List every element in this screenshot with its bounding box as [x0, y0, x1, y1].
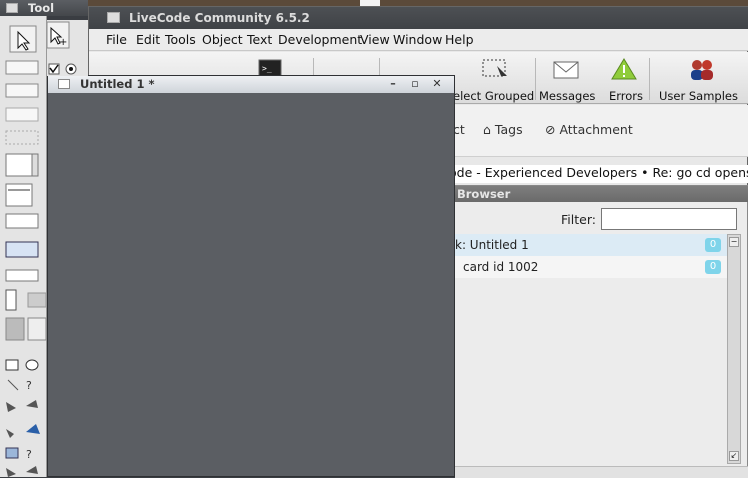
scroll-up-icon[interactable]: − — [729, 237, 739, 247]
project-browser-window: Browser Filter: k: Untitled 1 0 card id … — [454, 185, 748, 478]
scrollbar-tool-icon — [5, 269, 39, 282]
tool-palette-icons: ? ? — [5, 25, 47, 477]
line-tool-icon — [7, 379, 19, 391]
tab-tags-label: Tags — [494, 122, 523, 137]
option-menu-tool-icon — [5, 213, 39, 229]
toolbar-select-grouped-button[interactable]: elect Grouped — [453, 56, 534, 103]
help-tool-icon: ? — [26, 448, 32, 461]
pencil-tool-icon — [6, 402, 16, 412]
menu-object[interactable]: Object — [202, 32, 243, 47]
envelope-icon — [553, 61, 579, 79]
minimize-icon[interactable]: – — [386, 77, 400, 91]
default-button-tool-icon — [5, 83, 39, 98]
svg-text:>_: >_ — [262, 64, 272, 73]
field-tool-icon — [5, 153, 33, 177]
toolbar-errors-button[interactable]: Errors — [603, 56, 645, 103]
menu-tools[interactable]: Tools — [165, 32, 196, 47]
main-window-title: LiveCode Community 6.5.2 — [129, 11, 310, 25]
tab-attachment[interactable]: ⊘ Attachment — [545, 122, 633, 137]
card-row-label: card id 1002 — [463, 260, 539, 274]
user-samples-label: User Samples — [659, 89, 738, 103]
svg-text:+: + — [59, 37, 67, 48]
menu-development[interactable]: Development — [278, 32, 362, 47]
list-field-tool-icon — [5, 183, 33, 207]
main-window-titlebar[interactable]: LiveCode Community 6.5.2 — [89, 7, 748, 29]
curve-tool-icon: ? — [26, 379, 32, 392]
paperclip-icon: ⊘ — [545, 122, 560, 137]
stack-window[interactable]: Untitled 1 * – ▫ ✕ — [47, 75, 455, 477]
tool-palette-titlebar[interactable]: Tool — [0, 0, 88, 16]
menu-help[interactable]: Help — [445, 32, 474, 47]
browser-footer — [455, 466, 748, 478]
toolbar-user-samples-button[interactable]: User Samples — [657, 56, 747, 103]
transparent-button-tool-icon — [5, 130, 39, 145]
bucket-tool-icon — [26, 424, 40, 434]
menu-edit[interactable]: Edit — [136, 32, 160, 47]
eraser-tool-icon — [6, 429, 14, 438]
image-tool-icon — [5, 317, 25, 341]
push-button-tool-icon — [5, 60, 39, 75]
messages-label: Messages — [539, 89, 596, 103]
filter-label: Filter: — [561, 212, 596, 227]
select-grouped-icon — [482, 59, 507, 77]
tab-attachment-label: Attachment — [559, 122, 633, 137]
menu-view[interactable]: View — [360, 32, 390, 47]
menubar: File Edit Tools Object Text Development … — [89, 29, 748, 51]
close-icon[interactable]: ✕ — [430, 77, 444, 91]
toolbar-messages-button[interactable]: Messages — [537, 56, 595, 103]
filter-input[interactable] — [601, 208, 737, 230]
tool-palette-right-column: + — [46, 20, 88, 76]
count-badge: 0 — [705, 260, 721, 274]
select-grouped-label: elect Grouped — [453, 89, 535, 103]
warning-icon — [611, 58, 637, 80]
rectangle-tool-icon — [5, 359, 19, 371]
errors-label: Errors — [609, 89, 644, 103]
stack-window-title: Untitled 1 * — [80, 77, 155, 91]
menu-window[interactable]: Window — [393, 32, 442, 47]
stack-row-label: k: Untitled 1 — [455, 238, 529, 252]
browser-row-card[interactable]: card id 1002 0 — [455, 256, 727, 278]
player-tool-icon — [27, 317, 47, 341]
scroll-down-icon[interactable]: ↙ — [729, 451, 739, 461]
spray-tool-icon — [26, 400, 38, 408]
count-badge: 0 — [705, 238, 721, 252]
tag-icon: ⌂ — [483, 122, 495, 137]
spinner-tool-icon — [5, 289, 17, 311]
dropper-tool-icon — [26, 466, 38, 474]
oval-tool-icon — [25, 359, 39, 371]
window-icon — [58, 79, 70, 89]
forum-breadcrumb[interactable]: ode - Experienced Developers • Re: go cd… — [449, 165, 748, 183]
window-icon — [6, 3, 18, 13]
browser-titlebar[interactable]: Browser — [455, 186, 748, 202]
stack-window-titlebar[interactable]: Untitled 1 * – ▫ ✕ — [48, 76, 454, 93]
rect-button-tool-icon — [5, 107, 39, 122]
menu-text[interactable]: Text — [247, 32, 272, 47]
combo-box-tool-icon — [5, 241, 39, 258]
tab-tags[interactable]: ⌂ Tags — [483, 122, 523, 137]
browser-scrollbar[interactable]: − ↙ — [727, 234, 741, 464]
tool-palette: ? ? — [0, 4, 47, 477]
users-icon — [691, 60, 713, 80]
select-rect-tool-icon — [5, 447, 19, 459]
menu-file[interactable]: File — [106, 32, 127, 47]
edit-pointer-tools: + — [46, 21, 77, 75]
window-icon — [107, 12, 120, 23]
browser-row-stack[interactable]: k: Untitled 1 0 — [455, 234, 727, 256]
brush-tool-icon — [6, 468, 16, 477]
maximize-icon[interactable]: ▫ — [408, 77, 422, 91]
tool-palette-title: Tool — [28, 1, 55, 15]
